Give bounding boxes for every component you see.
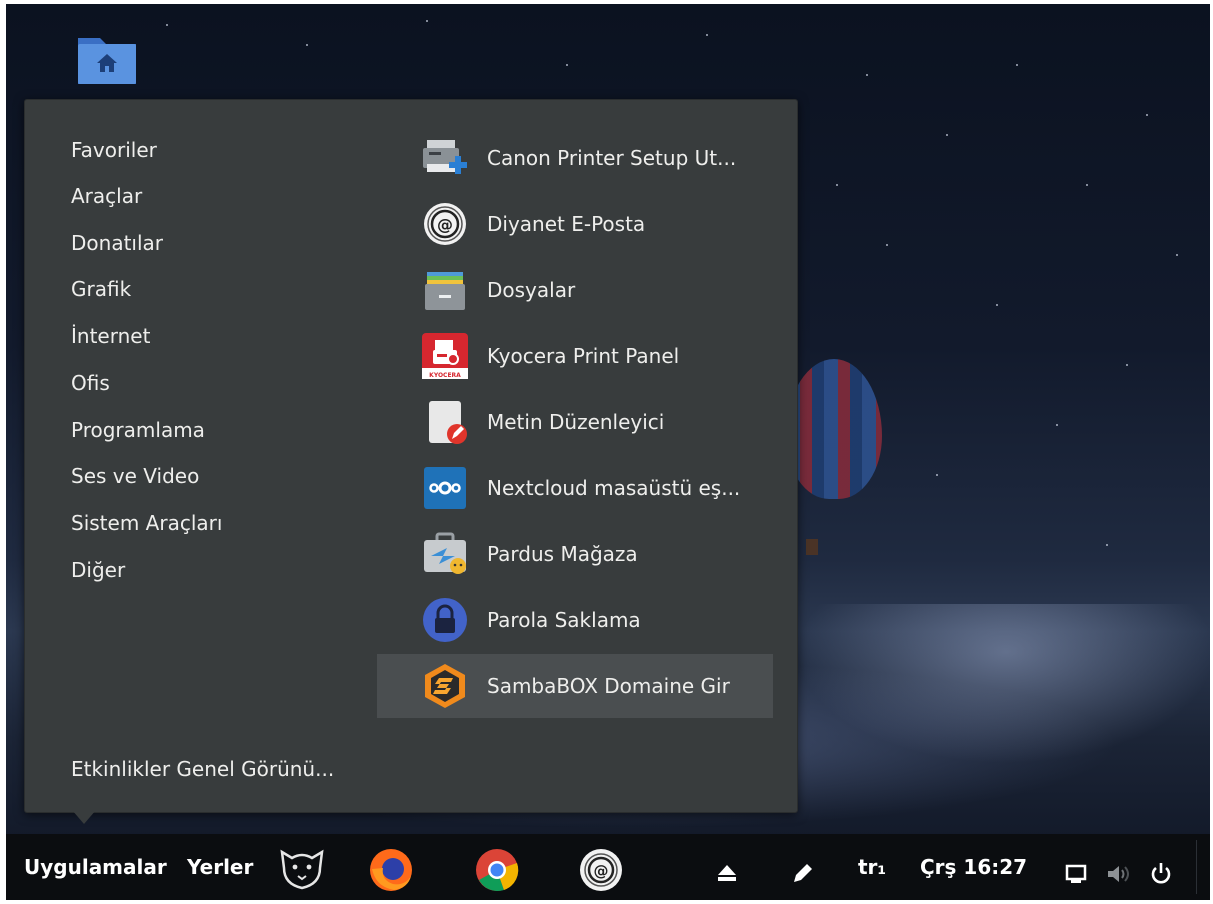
app-label: Diyanet E-Posta [487, 212, 646, 236]
category-system-tools[interactable]: Sistem Araçları [71, 511, 222, 535]
star [1016, 64, 1018, 66]
text-editor-icon [429, 401, 467, 444]
star [706, 34, 708, 36]
applications-menu: Favoriler Araçlar Donatılar Grafik İnter… [24, 99, 798, 813]
applications-menu-button[interactable]: Uygulamalar [24, 855, 167, 879]
star [946, 134, 948, 136]
app-diyanet-mail[interactable]: @ Diyanet E-Posta [377, 192, 773, 256]
pardus-store-icon [424, 532, 466, 574]
firefox-icon[interactable] [368, 847, 414, 893]
app-pardus-store[interactable]: Pardus Mağaza [377, 522, 773, 586]
app-canon-printer-setup[interactable]: Canon Printer Setup Ut... [377, 126, 773, 190]
app-files[interactable]: Dosyalar [377, 258, 773, 322]
power-icon[interactable] [1150, 862, 1172, 884]
app-sambabox-domain[interactable]: SambaBOX Domaine Gir [377, 654, 773, 718]
at-sign-mail-icon: @ [424, 203, 466, 245]
chrome-icon[interactable] [474, 847, 520, 893]
balloon-basket [806, 539, 818, 555]
svg-text:@: @ [437, 215, 453, 234]
star [1106, 544, 1108, 546]
diyanet-mail-icon[interactable]: @ [578, 847, 624, 893]
app-text-editor[interactable]: Metin Düzenleyici [377, 390, 773, 454]
category-tools[interactable]: Araçlar [71, 184, 142, 208]
printer-setup-icon [423, 140, 467, 174]
star [166, 24, 168, 26]
star [1056, 424, 1058, 426]
category-graphics[interactable]: Grafik [71, 277, 131, 301]
sea-reflection [796, 604, 1210, 764]
star [1126, 364, 1128, 366]
star [836, 184, 838, 186]
hot-air-balloon [786, 359, 882, 499]
app-label: Kyocera Print Panel [487, 344, 680, 368]
category-other[interactable]: Diğer [71, 558, 125, 582]
app-label: Nextcloud masaüstü eş... [487, 476, 741, 500]
desktop: Favoriler Araçlar Donatılar Grafik İnter… [6, 4, 1210, 900]
kyocera-icon: KYOCERA [422, 333, 468, 379]
app-label: Canon Printer Setup Ut... [487, 146, 737, 170]
pardus-leopard-icon[interactable] [276, 846, 328, 890]
volume-icon[interactable] [1106, 863, 1132, 885]
star [1086, 184, 1088, 186]
taskbar-divider [1196, 840, 1197, 894]
category-programming[interactable]: Programlama [71, 418, 205, 442]
activities-overview-button[interactable]: Etkinlikler Genel Görünü... [71, 757, 334, 781]
category-favorites[interactable]: Favoriler [71, 138, 157, 162]
file-cabinet-icon [425, 272, 465, 310]
star [566, 64, 568, 66]
star [996, 304, 998, 306]
app-label: Pardus Mağaza [487, 542, 638, 566]
app-label: Metin Düzenleyici [487, 410, 665, 434]
app-label: Dosyalar [487, 278, 576, 302]
clock[interactable]: Çrş 16:27 [920, 855, 1027, 879]
star [886, 244, 888, 246]
star [866, 74, 868, 76]
star [936, 474, 938, 476]
category-accessories[interactable]: Donatılar [71, 231, 163, 255]
star [306, 44, 308, 46]
category-sound-video[interactable]: Ses ve Video [71, 464, 199, 488]
taskbar: Uygulamalar Yerler @ tr₁ Çrş 16:27 [6, 834, 1210, 900]
sambabox-icon [425, 664, 465, 708]
password-lock-icon [423, 598, 467, 642]
star [1146, 114, 1148, 116]
star [1176, 254, 1178, 256]
category-internet[interactable]: İnternet [71, 324, 150, 348]
screen-icon[interactable] [1065, 864, 1087, 884]
svg-text:@: @ [594, 862, 609, 880]
pencil-icon[interactable] [792, 862, 814, 884]
category-office[interactable]: Ofis [71, 371, 110, 395]
app-label: SambaBOX Domaine Gir [487, 674, 730, 698]
svg-text:KYOCERA: KYOCERA [429, 372, 461, 379]
app-password-safe[interactable]: Parola Saklama [377, 588, 773, 652]
eject-icon[interactable] [717, 864, 737, 882]
star [426, 20, 428, 22]
app-label: Parola Saklama [487, 608, 641, 632]
places-menu-button[interactable]: Yerler [187, 855, 253, 879]
home-folder-icon[interactable] [76, 30, 138, 86]
nextcloud-icon [424, 467, 466, 509]
app-kyocera-print-panel[interactable]: KYOCERA Kyocera Print Panel [377, 324, 773, 388]
app-nextcloud[interactable]: Nextcloud masaüstü eş... [377, 456, 773, 520]
keyboard-layout-indicator[interactable]: tr₁ [858, 855, 886, 879]
menu-pointer [72, 810, 96, 824]
